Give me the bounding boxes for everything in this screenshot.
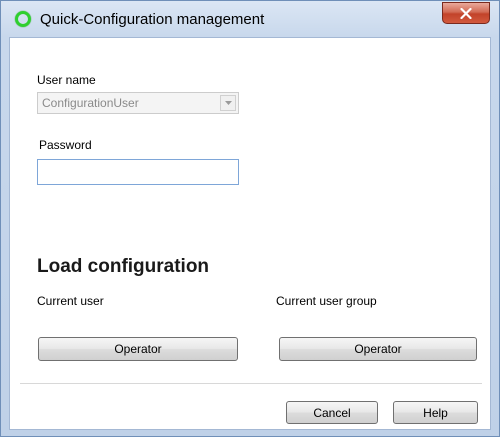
- username-dropdown-button[interactable]: [220, 95, 236, 111]
- title-bar[interactable]: Quick-Configuration management: [1, 1, 499, 37]
- dialog-window: Quick-Configuration management User name…: [0, 0, 500, 437]
- app-icon: [15, 11, 31, 27]
- cancel-button[interactable]: Cancel: [286, 401, 378, 424]
- current-user-button[interactable]: Operator: [38, 337, 238, 361]
- username-value: ConfigurationUser: [42, 96, 139, 110]
- window-title: Quick-Configuration management: [40, 11, 265, 28]
- username-label: User name: [37, 73, 96, 87]
- close-icon: [460, 7, 472, 19]
- username-combobox[interactable]: ConfigurationUser: [37, 92, 239, 114]
- chevron-down-icon: [224, 101, 232, 105]
- current-user-label: Current user: [37, 294, 104, 308]
- footer-separator: [20, 383, 482, 385]
- password-label: Password: [39, 138, 92, 152]
- password-field[interactable]: [37, 159, 239, 185]
- load-configuration-heading: Load configuration: [37, 256, 210, 277]
- close-button[interactable]: [442, 2, 490, 24]
- help-button[interactable]: Help: [393, 401, 478, 424]
- current-user-group-label: Current user group: [276, 294, 377, 308]
- current-user-group-button[interactable]: Operator: [279, 337, 477, 361]
- dialog-content: User name ConfigurationUser Password Loa…: [9, 37, 491, 430]
